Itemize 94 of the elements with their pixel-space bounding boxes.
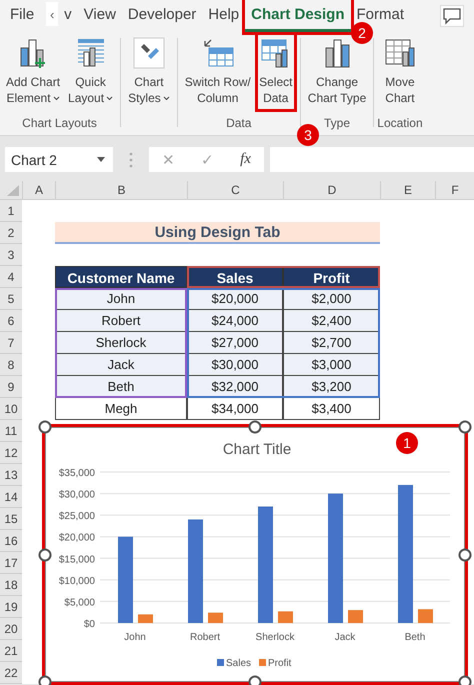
- sheet-title: Using Design Tab: [55, 222, 380, 244]
- row-header[interactable]: 15: [0, 508, 22, 530]
- row-header[interactable]: 4: [0, 266, 22, 288]
- column-header[interactable]: E: [380, 181, 435, 199]
- row-header[interactable]: 12: [0, 442, 22, 464]
- table-header: Customer Name: [55, 266, 187, 288]
- resize-handle[interactable]: [38, 420, 52, 434]
- row-header[interactable]: 8: [0, 354, 22, 376]
- resize-handle[interactable]: [38, 676, 52, 685]
- group-label: Location: [377, 116, 423, 132]
- table-cell: $3,000: [283, 354, 380, 376]
- legend-swatch: [217, 659, 224, 666]
- comment-icon[interactable]: [440, 5, 464, 27]
- row-header[interactable]: 9: [0, 376, 22, 398]
- column-header[interactable]: C: [187, 181, 283, 199]
- brush-icon: [132, 36, 166, 70]
- legend-swatch: [259, 659, 266, 666]
- row-header[interactable]: 13: [0, 464, 22, 486]
- row-header[interactable]: 10: [0, 398, 22, 420]
- grip-icon: [129, 152, 133, 168]
- axis-label: $15,000: [58, 554, 95, 566]
- row-header[interactable]: 7: [0, 332, 22, 354]
- axis-label: $0: [84, 619, 95, 630]
- group-label: Chart Layouts: [22, 116, 97, 132]
- row-header[interactable]: 18: [0, 574, 22, 596]
- ribbon-tab[interactable]: File: [4, 0, 40, 32]
- axis-label: $25,000: [58, 511, 95, 522]
- row-header[interactable]: 20: [0, 618, 22, 640]
- ribbon-tab[interactable]: Chart Design: [245, 0, 351, 32]
- ribbon-button[interactable]: Move Chart: [378, 32, 421, 112]
- table-cell: $2,700: [283, 332, 380, 354]
- row-header[interactable]: 21: [0, 640, 22, 662]
- legend-label: Profit: [268, 658, 292, 669]
- row-header[interactable]: 11: [0, 420, 22, 442]
- row-header[interactable]: 22: [0, 662, 22, 684]
- resize-handle[interactable]: [458, 676, 472, 685]
- axis-label: Robert: [190, 632, 220, 643]
- row-header[interactable]: 3: [0, 244, 22, 266]
- ribbon-tab[interactable]: v: [58, 0, 78, 32]
- row-header[interactable]: 17: [0, 552, 22, 574]
- resize-handle[interactable]: [458, 420, 472, 434]
- formula-input[interactable]: [270, 147, 474, 172]
- column-header[interactable]: A: [22, 181, 55, 199]
- ribbon-button[interactable]: Switch Row/ Column: [180, 32, 255, 112]
- table-cell: Robert: [55, 310, 187, 332]
- ribbon-tab[interactable]: Developer: [122, 0, 202, 32]
- column-header[interactable]: F: [435, 181, 474, 199]
- axis-label: $20,000: [58, 532, 95, 544]
- axis-label: John: [124, 632, 146, 643]
- bar: [138, 614, 153, 623]
- axis-label: Sherlock: [256, 632, 294, 643]
- ribbon-button[interactable]: Chart Styles: [124, 32, 174, 112]
- row-header[interactable]: 14: [0, 486, 22, 508]
- axis-label: Beth: [404, 632, 426, 643]
- axis-label: $35,000: [58, 468, 95, 479]
- bar: [208, 612, 223, 623]
- resize-handle[interactable]: [248, 420, 262, 434]
- bar: [278, 611, 293, 623]
- axis-label: $10,000: [58, 576, 95, 587]
- insert-function-button[interactable]: fx: [234, 151, 257, 168]
- table-cell: $34,000: [187, 398, 283, 420]
- table-cell: $27,000: [187, 332, 283, 354]
- ribbon-tab[interactable]: Help: [202, 0, 246, 32]
- name-box[interactable]: Chart 2: [5, 147, 113, 172]
- row-header[interactable]: 1: [0, 200, 22, 222]
- row-header[interactable]: 6: [0, 310, 22, 332]
- table-cell: Megh: [55, 398, 187, 420]
- legend-label: Sales: [226, 658, 252, 669]
- chart-title: Chart Title: [222, 441, 292, 458]
- table-cell: $3,400: [283, 398, 380, 420]
- group-label: Type: [324, 116, 350, 132]
- axis-label: Jack: [334, 632, 356, 643]
- column-header[interactable]: D: [283, 181, 380, 199]
- row-header[interactable]: 19: [0, 596, 22, 618]
- row-header[interactable]: 16: [0, 530, 22, 552]
- ribbon-button[interactable]: Quick Layout: [64, 32, 118, 112]
- ribbon-tab[interactable]: View: [78, 0, 122, 32]
- ribbon-button[interactable]: Select Data: [254, 32, 297, 112]
- bar: [348, 610, 363, 623]
- table-cell: Jack: [55, 354, 187, 376]
- table-cell: $2,400: [283, 310, 380, 332]
- row-header[interactable]: 2: [0, 222, 22, 244]
- bar: [418, 609, 433, 623]
- table-cell: $30,000: [187, 354, 283, 376]
- row-header[interactable]: 5: [0, 288, 22, 310]
- ribbon-button[interactable]: Add Chart Element: [2, 32, 64, 112]
- table-cell: $24,000: [187, 310, 283, 332]
- column-header[interactable]: B: [55, 181, 187, 199]
- scroll-left-button[interactable]: ‹: [46, 2, 58, 26]
- table-cell: Sherlock: [55, 332, 187, 354]
- resize-handle[interactable]: [38, 548, 52, 561]
- axis-label: $5,000: [64, 597, 95, 608]
- axis-label: $30,000: [58, 490, 95, 501]
- group-label: Data: [226, 116, 252, 132]
